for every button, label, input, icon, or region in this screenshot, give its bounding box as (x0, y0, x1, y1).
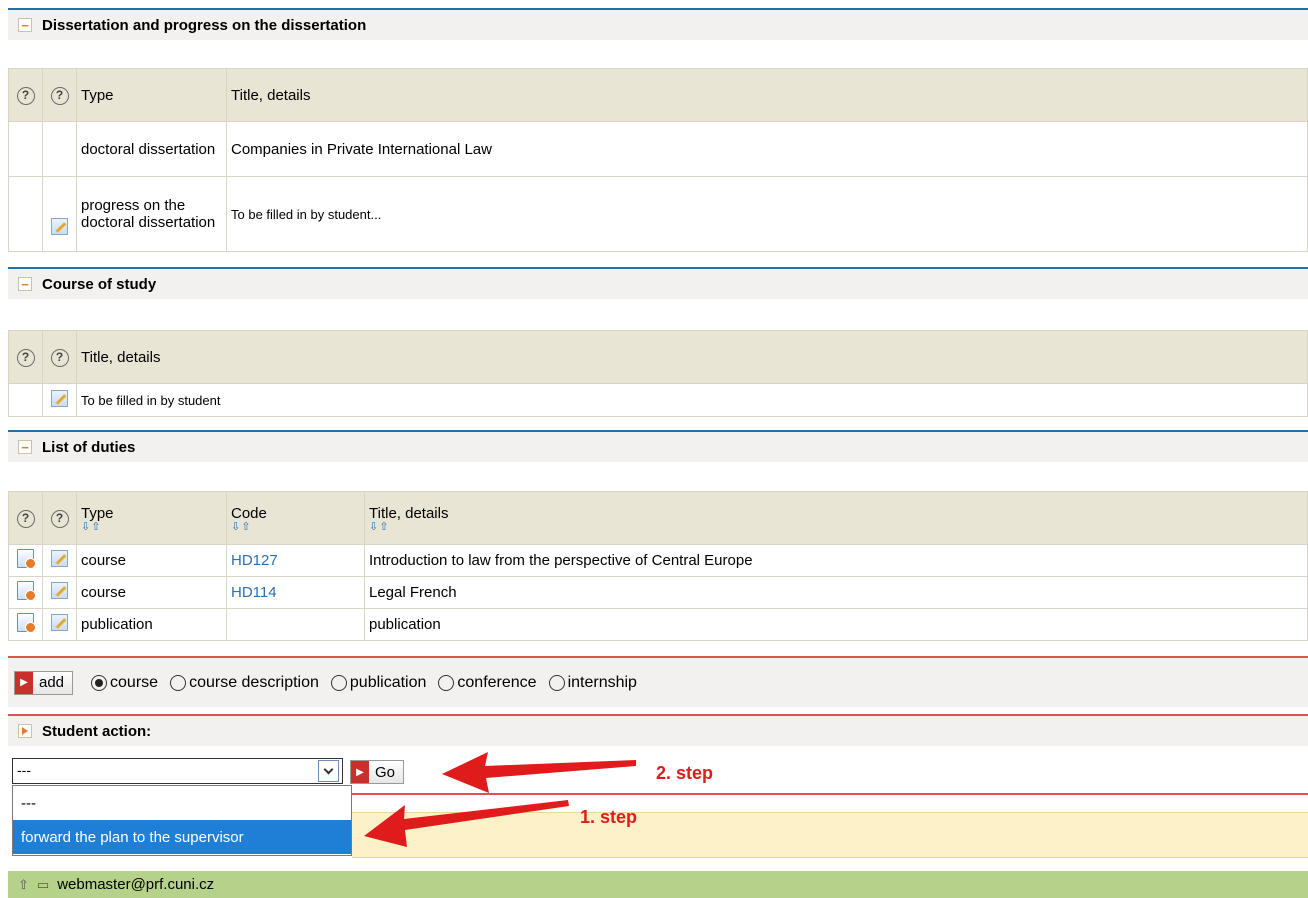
arrow-annotation (364, 752, 636, 847)
step1-label: 1. step (580, 807, 638, 827)
up-arrow-icon[interactable]: ⇧ (18, 877, 29, 893)
footer-email[interactable]: webmaster@prf.cuni.cz (57, 876, 214, 893)
step2-label: 2. step (656, 763, 714, 783)
lock-icon: ▭ (36, 876, 50, 892)
footer: ⇧ ▭ webmaster@prf.cuni.cz (8, 871, 1308, 898)
